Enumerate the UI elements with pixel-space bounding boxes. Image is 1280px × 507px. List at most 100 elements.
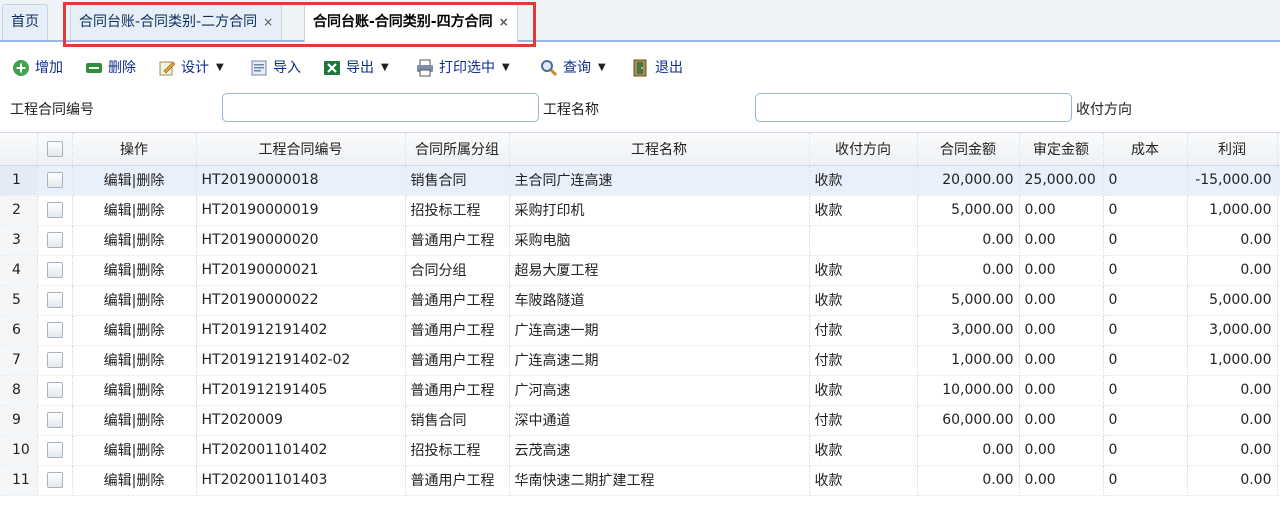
row-actions[interactable]: 编辑|删除 — [72, 165, 197, 196]
row-select[interactable] — [37, 285, 73, 316]
edit-delete-link[interactable]: 编辑|删除 — [104, 203, 165, 219]
import-button[interactable]: 导入 — [250, 56, 301, 80]
row-checkbox[interactable] — [46, 472, 63, 488]
row-checkbox[interactable] — [46, 262, 63, 278]
table-row[interactable]: 4 编辑|删除 HT20190000021 合同分组 超易大厦工程 收款 0.00 0.00 0… — [0, 255, 1280, 286]
row-checkbox[interactable] — [46, 382, 63, 398]
column-header-operation[interactable]: 操作 — [72, 133, 197, 166]
edit-delete-link[interactable]: 编辑|删除 — [104, 293, 165, 309]
project-name: 云茂高速 — [509, 435, 810, 466]
table-row[interactable]: 6 编辑|删除 HT201912191402 普通用户工程 广连高速一期 付款 3,000.… — [0, 315, 1280, 346]
row-checkbox[interactable] — [46, 202, 63, 218]
project-name: 广连高速二期 — [509, 345, 810, 376]
row-checkbox[interactable] — [46, 352, 63, 368]
table-row[interactable]: 7 编辑|删除 HT201912191402-02 普通用户工程 广连高速二期 付款 1,0… — [0, 345, 1280, 376]
cost: 0 — [1103, 255, 1188, 286]
edit-delete-link[interactable]: 编辑|删除 — [104, 353, 165, 369]
tab-home[interactable]: 首页 — [2, 4, 48, 40]
table-row[interactable]: 11 编辑|删除 HT202001101403 普通用户工程 华南快速二期扩建工程 收款 0… — [0, 465, 1280, 496]
row-actions[interactable]: 编辑|删除 — [72, 285, 197, 316]
project-name: 车陂路隧道 — [509, 285, 810, 316]
contract-group: 销售合同 — [405, 165, 510, 196]
contract-group: 销售合同 — [405, 405, 510, 436]
row-actions[interactable]: 编辑|删除 — [72, 405, 197, 436]
profit: 0.00 — [1187, 465, 1278, 496]
row-select[interactable] — [37, 255, 73, 286]
cost: 0 — [1103, 315, 1188, 346]
row-select[interactable] — [37, 405, 73, 436]
select-all-header[interactable] — [37, 133, 73, 166]
row-checkbox[interactable] — [46, 232, 63, 248]
row-select[interactable] — [37, 465, 73, 496]
edit-delete-link[interactable]: 编辑|删除 — [104, 233, 165, 249]
column-header-project-name[interactable]: 工程名称 — [509, 133, 810, 166]
exit-label: 退出 — [655, 60, 683, 76]
profit: 0.00 — [1187, 375, 1278, 406]
design-label: 设计 — [181, 60, 209, 76]
edit-delete-link[interactable]: 编辑|删除 — [104, 383, 165, 399]
row-select[interactable] — [37, 435, 73, 466]
edit-delete-link[interactable]: 编辑|删除 — [104, 413, 165, 429]
contract-group: 普通用户工程 — [405, 345, 510, 376]
import-label: 导入 — [273, 60, 301, 76]
edit-delete-link[interactable]: 编辑|删除 — [104, 323, 165, 339]
tab-two-party-contract[interactable]: 合同台账-合同类别-二方合同 × — [70, 4, 283, 40]
row-select[interactable] — [37, 315, 73, 346]
row-checkbox[interactable] — [46, 412, 63, 428]
cost: 0 — [1103, 195, 1188, 226]
row-checkbox[interactable] — [46, 292, 63, 308]
row-select[interactable] — [37, 195, 73, 226]
table-row[interactable]: 9 编辑|删除 HT2020009 销售合同 深中通道 付款 60,000.00 0.00 0 0… — [0, 405, 1280, 436]
column-header-direction[interactable]: 收付方向 — [809, 133, 918, 166]
row-actions[interactable]: 编辑|删除 — [72, 345, 197, 376]
close-icon[interactable]: × — [499, 15, 509, 29]
row-checkbox[interactable] — [46, 172, 63, 188]
table-row[interactable]: 1 编辑|删除 HT20190000018 销售合同 主合同广连高速 收款 20,000.0… — [0, 165, 1280, 196]
row-actions[interactable]: 编辑|删除 — [72, 465, 197, 496]
column-header-group[interactable]: 合同所属分组 — [405, 133, 510, 166]
row-select[interactable] — [37, 225, 73, 256]
row-select[interactable] — [37, 345, 73, 376]
row-select[interactable] — [37, 165, 73, 196]
row-checkbox[interactable] — [46, 322, 63, 338]
table-header-row: 操作 工程合同编号 合同所属分组 工程名称 收付方向 合同金额 审定金额 成本 … — [0, 133, 1280, 166]
toolbar: 增加 删除 设计 ▼ 导入 导出 ▼ 打印选中 ▼ 查询 ▼ 退出 — [0, 52, 1280, 84]
column-header-profit[interactable]: 利润 — [1187, 133, 1278, 166]
row-actions[interactable]: 编辑|删除 — [72, 315, 197, 346]
row-checkbox[interactable] — [46, 442, 63, 458]
contract-amount: 20,000.00 — [917, 165, 1020, 196]
table-row[interactable]: 5 编辑|删除 HT20190000022 普通用户工程 车陂路隧道 收款 5,000.00… — [0, 285, 1280, 316]
row-actions[interactable]: 编辑|删除 — [72, 435, 197, 466]
row-actions[interactable]: 编辑|删除 — [72, 375, 197, 406]
table-row[interactable]: 10 编辑|删除 HT202001101402 招投标工程 云茂高速 收款 0.00 0.00… — [0, 435, 1280, 466]
row-actions[interactable]: 编辑|删除 — [72, 195, 197, 226]
delete-button[interactable]: 删除 — [85, 56, 136, 80]
project-name-input[interactable] — [755, 93, 1072, 122]
export-button[interactable]: 导出 ▼ — [323, 56, 389, 80]
tab-four-party-contract[interactable]: 合同台账-合同类别-四方合同 × — [304, 4, 518, 42]
row-select[interactable] — [37, 375, 73, 406]
select-all-checkbox[interactable] — [46, 140, 63, 157]
table-row[interactable]: 2 编辑|删除 HT20190000019 招投标工程 采购打印机 收款 5,000.00 0… — [0, 195, 1280, 226]
close-icon[interactable]: × — [263, 15, 273, 29]
table-row[interactable]: 3 编辑|删除 HT20190000020 普通用户工程 采购电脑 0.00 0.00 0 0.… — [0, 225, 1280, 256]
edit-delete-link[interactable]: 编辑|删除 — [104, 263, 165, 279]
column-header-cost[interactable]: 成本 — [1103, 133, 1188, 166]
print-selected-button[interactable]: 打印选中 ▼ — [416, 56, 510, 80]
edit-delete-link[interactable]: 编辑|删除 — [104, 173, 165, 189]
query-label: 查询 — [563, 60, 591, 76]
table-row[interactable]: 8 编辑|删除 HT201912191405 普通用户工程 广河高速 收款 10,000.0… — [0, 375, 1280, 406]
exit-button[interactable]: 退出 — [632, 56, 683, 80]
row-actions[interactable]: 编辑|删除 — [72, 225, 197, 256]
edit-delete-link[interactable]: 编辑|删除 — [104, 473, 165, 489]
contract-no-input[interactable] — [222, 93, 539, 122]
query-button[interactable]: 查询 ▼ — [540, 56, 606, 80]
column-header-amount[interactable]: 合同金额 — [917, 133, 1020, 166]
add-button[interactable]: 增加 — [12, 56, 63, 80]
project-name: 华南快速二期扩建工程 — [509, 465, 810, 496]
column-header-approved-amount[interactable]: 审定金额 — [1019, 133, 1104, 166]
design-button[interactable]: 设计 ▼ — [158, 56, 224, 80]
column-header-contract-code[interactable]: 工程合同编号 — [196, 133, 406, 166]
edit-delete-link[interactable]: 编辑|删除 — [104, 443, 165, 459]
row-actions[interactable]: 编辑|删除 — [72, 255, 197, 286]
